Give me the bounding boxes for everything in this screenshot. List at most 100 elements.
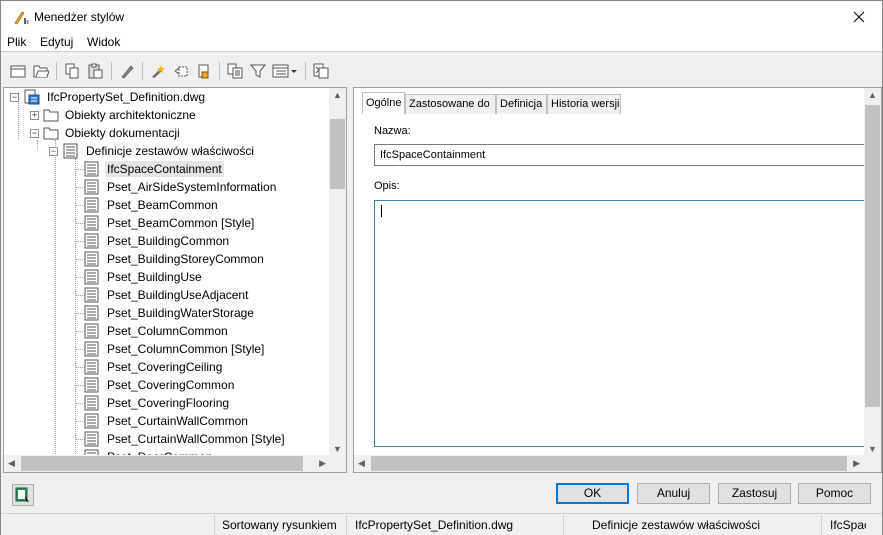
tree-psetdefs-label: Definicje zestawów właściwości bbox=[86, 144, 255, 158]
status-bar: Sortowany rysunkiem IfcPropertySet_Defin… bbox=[1, 513, 882, 535]
scroll-up-icon[interactable]: ▲ bbox=[333, 90, 342, 100]
apply-button[interactable]: Zastosuj bbox=[718, 483, 791, 504]
scroll-left-icon[interactable]: ◀ bbox=[8, 458, 15, 469]
toolbar-separator bbox=[142, 62, 143, 80]
property-set-icon bbox=[84, 179, 99, 195]
tree-node-doc-objects[interactable]: − Obiekty dokumentacji bbox=[30, 124, 182, 142]
tree-node-arch-objects[interactable]: + Obiekty architektoniczne bbox=[30, 106, 198, 124]
panel-splitter[interactable] bbox=[349, 87, 352, 473]
tree-root-label: IfcPropertySet_Definition.dwg bbox=[47, 90, 206, 104]
tab-historia-wersji[interactable]: Historia wersji bbox=[547, 94, 621, 114]
tree-connector bbox=[55, 140, 56, 456]
name-field[interactable]: IfcSpaceContainment bbox=[374, 144, 865, 166]
tree-item-property-set[interactable]: Pset_CurtainWallCommon [Style] bbox=[84, 430, 287, 448]
edit-style-icon bbox=[121, 65, 134, 79]
tree-item-property-set[interactable]: Pset_AirSideSystemInformation bbox=[84, 178, 278, 196]
tree-item-property-set[interactable]: Pset_BuildingCommon bbox=[84, 232, 231, 250]
drawing-view-icon bbox=[15, 487, 29, 502]
tree-item-property-set[interactable]: Pset_CoveringCommon bbox=[84, 376, 236, 394]
tree-item-property-set[interactable]: Pset_BuildingWaterStorage bbox=[84, 304, 256, 322]
purge-styles-button[interactable] bbox=[148, 61, 168, 81]
menu-widok[interactable]: Widok bbox=[87, 35, 120, 49]
tree-item-property-set[interactable]: Pset_CoveringCeiling bbox=[84, 358, 224, 376]
tree-item-property-set[interactable]: Pset_BeamCommon [Style] bbox=[84, 214, 256, 232]
tree-item-property-set[interactable]: Pset_BuildingStoreyCommon bbox=[84, 250, 266, 268]
toolbar-separator bbox=[56, 62, 57, 80]
scroll-down-icon[interactable]: ▼ bbox=[868, 444, 877, 454]
tree-node-psetdefs[interactable]: − Definicje zestawów właściwości bbox=[49, 142, 256, 160]
scroll-up-icon[interactable]: ▲ bbox=[868, 90, 877, 100]
tree-item-label: Pset_BuildingCommon bbox=[107, 234, 230, 248]
status-separator bbox=[821, 515, 822, 535]
set-from-button[interactable] bbox=[194, 61, 214, 81]
tree-item-property-set[interactable]: Pset_ColumnCommon [Style] bbox=[84, 340, 266, 358]
new-style-button[interactable] bbox=[8, 61, 28, 81]
collapse-toggle[interactable]: − bbox=[30, 128, 39, 138]
scroll-thumb[interactable] bbox=[865, 105, 880, 407]
tree-vertical-scrollbar[interactable]: ▲ ▼ bbox=[329, 88, 346, 456]
edit-style-button[interactable] bbox=[117, 61, 137, 81]
toggle-view-icon bbox=[174, 66, 188, 77]
tree-item-property-set[interactable]: Pset_BuildingUse bbox=[84, 268, 204, 286]
status-sort: Sortowany rysunkiem bbox=[222, 518, 337, 532]
text-caret bbox=[381, 205, 382, 217]
tab-ogolne[interactable]: Ogólne bbox=[362, 92, 405, 114]
scroll-down-icon[interactable]: ▼ bbox=[333, 444, 342, 454]
property-set-icon bbox=[84, 215, 99, 231]
toggle-drawing-view-button[interactable] bbox=[12, 484, 34, 506]
view-options-icon bbox=[272, 64, 297, 78]
property-set-icon bbox=[84, 377, 99, 393]
close-button[interactable] bbox=[836, 1, 882, 32]
cancel-button[interactable]: Anuluj bbox=[637, 483, 710, 504]
style-tree: − IfcPropertySet_Definition.dwg + Obiekt… bbox=[4, 88, 330, 456]
tree-horizontal-scrollbar[interactable]: ◀ ▶ bbox=[4, 455, 330, 472]
property-set-icon bbox=[84, 251, 99, 267]
inplace-edit-button[interactable] bbox=[311, 61, 331, 81]
collapse-toggle[interactable]: − bbox=[10, 92, 19, 102]
filter-button[interactable] bbox=[248, 61, 268, 81]
view-options-dropdown[interactable] bbox=[271, 61, 299, 81]
tree-item-property-set[interactable]: Pset_BeamCommon bbox=[84, 196, 220, 214]
description-field[interactable] bbox=[374, 200, 865, 447]
property-set-icon bbox=[84, 287, 99, 303]
description-label: Opis: bbox=[374, 180, 400, 192]
scroll-corner bbox=[329, 455, 346, 472]
sort-button[interactable] bbox=[225, 61, 245, 81]
tree-item-label: Pset_ColumnCommon [Style] bbox=[107, 342, 265, 356]
set-from-icon bbox=[198, 64, 209, 79]
paste-button[interactable] bbox=[85, 61, 105, 81]
expand-toggle[interactable]: + bbox=[30, 110, 39, 120]
scroll-left-icon[interactable]: ◀ bbox=[358, 458, 365, 469]
scroll-thumb[interactable] bbox=[330, 119, 345, 189]
tree-item-label: Pset_CurtainWallCommon [Style] bbox=[107, 432, 285, 446]
tab-definicja[interactable]: Definicja bbox=[496, 94, 547, 114]
open-drawing-button[interactable] bbox=[31, 61, 51, 81]
copy-button[interactable] bbox=[62, 61, 82, 81]
tree-arch-objects-label: Obiekty architektoniczne bbox=[65, 108, 196, 122]
properties-vertical-scrollbar[interactable]: ▲ ▼ bbox=[864, 88, 881, 456]
tree-item-label: Pset_CurtainWallCommon bbox=[107, 414, 248, 428]
properties-horizontal-scrollbar[interactable]: ◀ ▶ bbox=[354, 455, 864, 472]
scroll-thumb[interactable] bbox=[21, 456, 303, 471]
paste-icon bbox=[88, 63, 103, 79]
tree-item-property-set[interactable]: Pset_CurtainWallCommon bbox=[84, 412, 250, 430]
menu-plik[interactable]: Plik bbox=[7, 35, 26, 49]
tree-node-root[interactable]: − IfcPropertySet_Definition.dwg bbox=[10, 88, 207, 106]
status-separator bbox=[214, 515, 215, 535]
tab-zastosowane-do[interactable]: Zastosowane do bbox=[405, 94, 496, 114]
tree-item-property-set[interactable]: Pset_CoveringFlooring bbox=[84, 394, 231, 412]
scroll-right-icon[interactable]: ▶ bbox=[319, 458, 326, 469]
tree-item-property-set[interactable]: Pset_ColumnCommon bbox=[84, 322, 230, 340]
scroll-right-icon[interactable]: ▶ bbox=[853, 458, 860, 469]
menu-edytuj[interactable]: Edytuj bbox=[40, 35, 73, 49]
tree-item-property-set[interactable]: IfcSpaceContainment bbox=[84, 160, 224, 178]
open-drawing-icon bbox=[33, 65, 49, 78]
scroll-thumb[interactable] bbox=[371, 456, 847, 471]
collapse-toggle[interactable]: − bbox=[49, 146, 58, 156]
help-button[interactable]: Pomoc bbox=[798, 483, 871, 504]
tree-item-property-set[interactable]: Pset_BuildingUseAdjacent bbox=[84, 286, 250, 304]
toggle-view-button[interactable] bbox=[171, 61, 191, 81]
ok-button[interactable]: OK bbox=[556, 483, 629, 504]
tree-item-label: Pset_BuildingUseAdjacent bbox=[107, 288, 249, 302]
tree-item-label: Pset_AirSideSystemInformation bbox=[107, 180, 277, 194]
